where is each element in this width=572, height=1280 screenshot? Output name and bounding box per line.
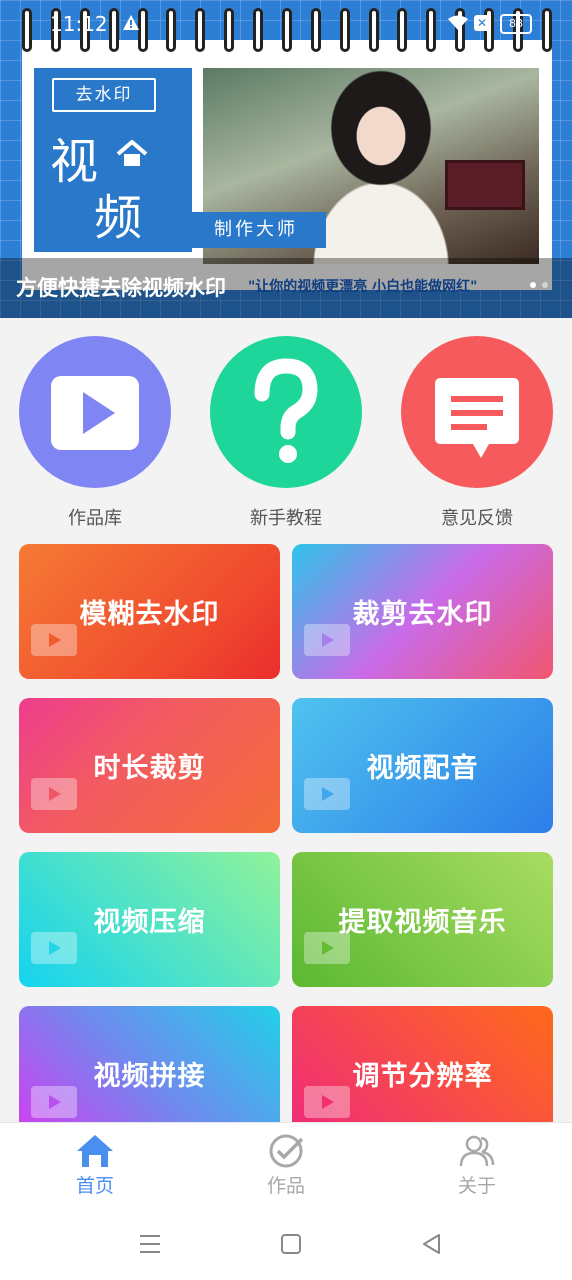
chat-icon bbox=[435, 378, 519, 458]
feature-label: 视频拼接 bbox=[93, 1061, 206, 1092]
wifi-icon bbox=[448, 15, 468, 30]
home-square-icon[interactable] bbox=[279, 1232, 303, 1256]
menu-icon[interactable] bbox=[138, 1232, 162, 1256]
works-circle[interactable] bbox=[19, 336, 171, 488]
carousel-dots[interactable] bbox=[530, 282, 548, 288]
feature-label: 调节分辨率 bbox=[352, 1061, 493, 1092]
feature-resolution[interactable]: 调节分辨率 bbox=[292, 1006, 553, 1141]
quick-actions: 作品库 新手教程 意见反馈 bbox=[0, 336, 572, 532]
feature-label: 裁剪去水印 bbox=[352, 599, 493, 630]
status-bar: 11:12 ✕ 88 bbox=[0, 0, 572, 48]
logo-char-2: 频 bbox=[94, 190, 143, 246]
feature-merge[interactable]: 视频拼接 bbox=[19, 1006, 280, 1141]
house-icon bbox=[116, 140, 148, 166]
logo-subtitle: 制作大师 bbox=[186, 212, 326, 248]
back-icon[interactable] bbox=[420, 1232, 444, 1256]
nav-about[interactable]: 关于 bbox=[382, 1123, 572, 1209]
logo-char-1: 视 bbox=[50, 134, 99, 190]
status-time: 11:12 bbox=[50, 12, 108, 36]
tutorial-circle[interactable] bbox=[210, 336, 362, 488]
sim-off-icon: ✕ bbox=[474, 15, 490, 31]
quick-item-works[interactable]: 作品库 bbox=[0, 336, 190, 532]
banner-caption-title: 方便快捷去除视频水印 bbox=[16, 276, 226, 300]
feedback-circle[interactable] bbox=[401, 336, 553, 488]
home-icon bbox=[77, 1135, 113, 1167]
feature-label: 提取视频音乐 bbox=[338, 907, 507, 938]
feature-blur-watermark[interactable]: 模糊去水印 bbox=[19, 544, 280, 679]
feature-duration-trim[interactable]: 时长裁剪 bbox=[19, 698, 280, 833]
nav-label-works: 作品 bbox=[266, 1175, 305, 1197]
carousel-dot[interactable] bbox=[542, 282, 548, 288]
question-icon bbox=[254, 358, 318, 463]
feature-compress[interactable]: 视频压缩 bbox=[19, 852, 280, 987]
play-icon bbox=[51, 376, 139, 450]
nav-label-about: 关于 bbox=[457, 1175, 496, 1197]
photo-jewelry-box bbox=[445, 160, 525, 210]
bottom-nav: 首页 作品 关于 bbox=[0, 1122, 572, 1208]
battery-indicator: 88 bbox=[500, 14, 532, 34]
logo-tag: 去水印 bbox=[52, 78, 156, 112]
feature-extract-music[interactable]: 提取视频音乐 bbox=[292, 852, 553, 987]
nav-label-home: 首页 bbox=[75, 1175, 114, 1197]
feature-label: 模糊去水印 bbox=[79, 599, 220, 630]
quick-item-tutorial[interactable]: 新手教程 bbox=[191, 336, 381, 532]
feature-label: 视频压缩 bbox=[93, 907, 206, 938]
carousel-dot[interactable] bbox=[530, 282, 536, 288]
system-nav-bar bbox=[0, 1208, 572, 1280]
users-icon bbox=[459, 1135, 495, 1167]
app-screen: 11:12 ✕ 88 去水印 视 频 制作大师 方便快捷去除视频水印 "让你的视… bbox=[0, 0, 572, 1280]
feature-label: 时长裁剪 bbox=[93, 753, 206, 784]
check-circle-icon bbox=[269, 1134, 304, 1168]
quick-label-feedback: 意见反馈 bbox=[441, 508, 513, 529]
feature-crop-watermark[interactable]: 裁剪去水印 bbox=[292, 544, 553, 679]
feature-dubbing[interactable]: 视频配音 bbox=[292, 698, 553, 833]
banner-caption-quote: "让你的视频更漂亮 小白也能做网红" bbox=[248, 279, 478, 295]
nav-works[interactable]: 作品 bbox=[191, 1123, 381, 1209]
quick-item-feedback[interactable]: 意见反馈 bbox=[382, 336, 572, 532]
quick-label-works: 作品库 bbox=[68, 508, 122, 529]
feature-label: 视频配音 bbox=[366, 753, 479, 784]
quick-label-tutorial: 新手教程 bbox=[250, 508, 322, 529]
nav-home[interactable]: 首页 bbox=[0, 1123, 190, 1209]
warning-icon bbox=[123, 15, 139, 30]
